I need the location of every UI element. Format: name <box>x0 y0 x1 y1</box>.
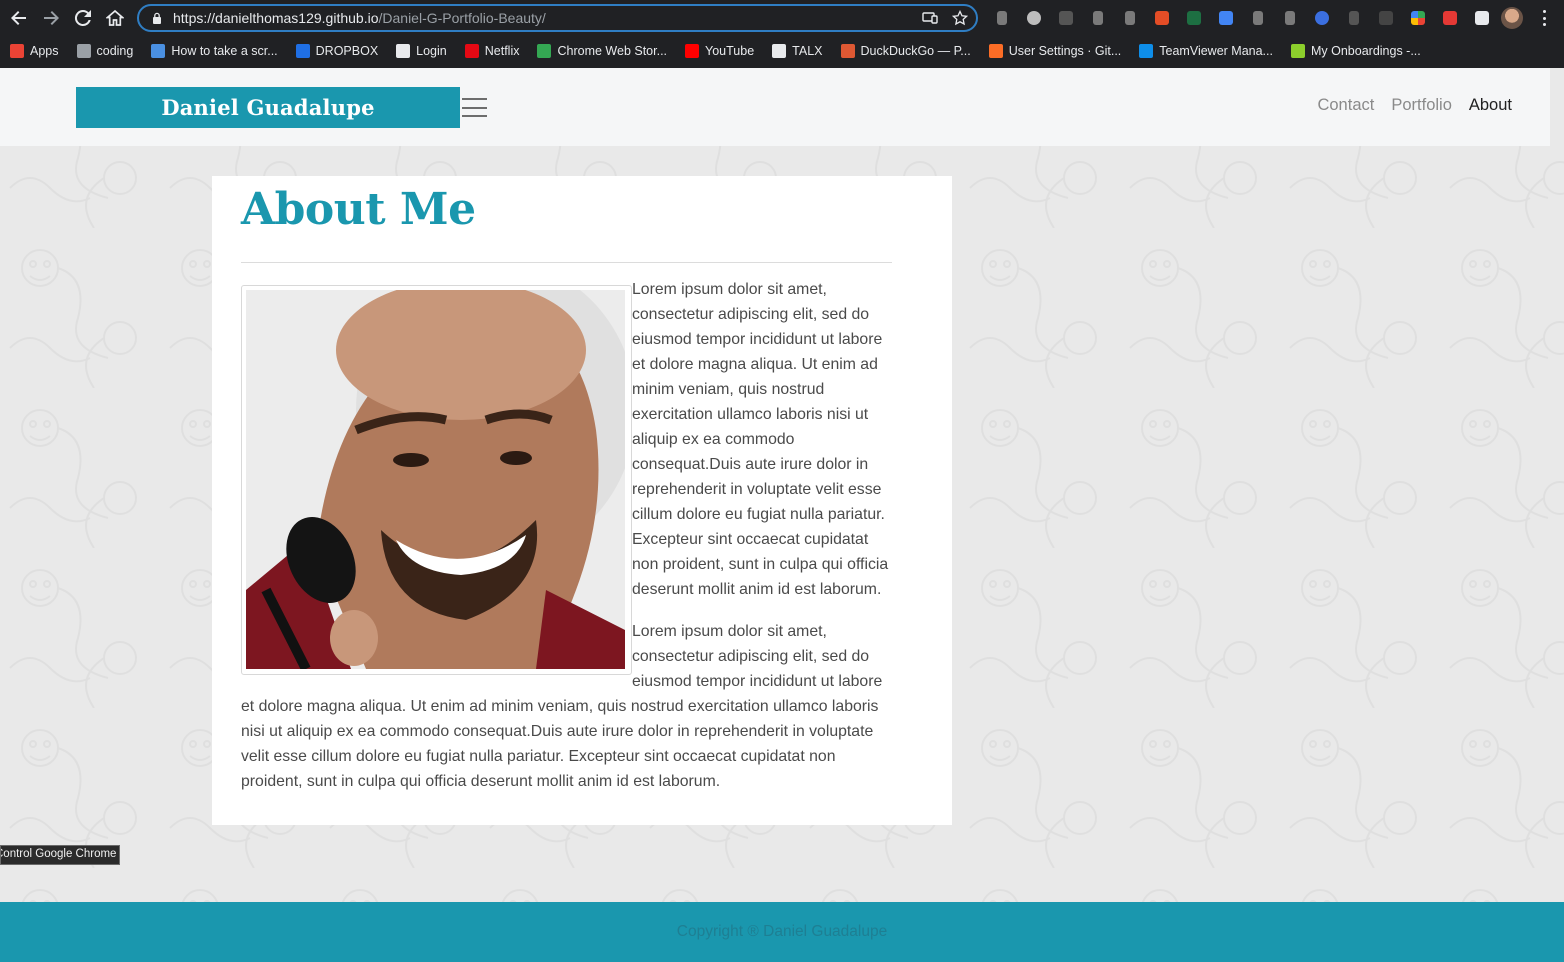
web-page: Daniel Guadalupe Contact Portfolio About A… <box>0 68 1564 962</box>
browser-chrome: https://danielthomas129.github.io/Daniel… <box>0 0 1564 68</box>
bookmark-label: Chrome Web Stor... <box>557 44 668 58</box>
about-text: Lorem ipsum dolor sit amet, consectetur … <box>241 277 892 811</box>
bookmarks-bar: Apps coding How to take a scr... DROPBOX Log… <box>0 38 1564 64</box>
bookmark-favicon-icon <box>537 44 552 58</box>
omnibox-actions <box>922 9 969 31</box>
profile-avatar[interactable] <box>1501 7 1523 29</box>
bookmark-favicon-icon <box>295 44 310 58</box>
about-card: About Me Lorem ipsum dolor sit amet, con… <box>212 176 952 825</box>
extension-pinwheel-icon[interactable] <box>1406 7 1430 29</box>
bookmark-label: Login <box>416 44 447 58</box>
bookmark-item[interactable]: Netflix <box>464 44 520 58</box>
bookmark-label: My Onboardings -... <box>1310 44 1421 58</box>
bookmark-favicon-icon <box>772 44 787 58</box>
extension-blue-icon[interactable] <box>1310 7 1334 29</box>
extension-download-icon[interactable] <box>1342 7 1366 29</box>
extensions-bar <box>990 7 1494 29</box>
extension-red-arrow-icon[interactable] <box>1438 7 1462 29</box>
bookmark-label: Netflix <box>484 44 520 58</box>
hamburger-menu-icon[interactable] <box>462 98 487 117</box>
back-icon[interactable] <box>3 2 35 34</box>
site-footer: Copyright ® Daniel Guadalupe <box>0 902 1564 962</box>
bookmark-favicon-icon <box>10 44 24 58</box>
bookmark-item[interactable]: How to take a scr... <box>151 44 278 58</box>
bookmark-item[interactable]: coding <box>76 44 134 58</box>
extension-download-icon[interactable] <box>1118 7 1142 29</box>
bookmark-item[interactable]: DuckDuckGo — P... <box>840 44 971 58</box>
extension-download-icon[interactable] <box>1278 7 1302 29</box>
brand-name: Daniel Guadalupe <box>161 95 375 120</box>
bookmark-item[interactable]: Login <box>396 44 447 58</box>
bookmark-item[interactable]: My Onboardings -... <box>1290 44 1421 58</box>
bookmark-item[interactable]: TALX <box>772 44 823 58</box>
nav-link-contact[interactable]: Contact <box>1317 96 1374 115</box>
bookmark-item[interactable]: YouTube <box>685 44 754 58</box>
bookmark-favicon-icon <box>840 44 855 58</box>
chrome-menu-icon[interactable] <box>1536 8 1552 28</box>
extension-download-icon[interactable] <box>1246 7 1270 29</box>
bookmark-label: DROPBOX <box>315 44 379 58</box>
bookmark-favicon-icon <box>1290 44 1305 58</box>
site-header: Daniel Guadalupe Contact Portfolio About <box>0 68 1550 146</box>
extension-globe-icon[interactable] <box>1022 7 1046 29</box>
bookmark-label: coding <box>96 44 134 58</box>
extension-excel-icon[interactable] <box>1182 7 1206 29</box>
nav-link-portfolio[interactable]: Portfolio <box>1391 96 1452 115</box>
site-nav: Contact Portfolio About <box>1317 96 1512 115</box>
page-title: About Me <box>241 184 476 235</box>
reload-icon[interactable] <box>67 2 99 34</box>
bookmark-favicon-icon <box>151 44 166 58</box>
extension-cloud-icon[interactable] <box>1054 7 1078 29</box>
bookmark-label: DuckDuckGo — P... <box>860 44 971 58</box>
bookmark-favicon-icon <box>76 44 91 58</box>
copyright-text: Copyright ® Daniel Guadalupe <box>676 923 888 940</box>
extension-html-icon[interactable] <box>1150 7 1174 29</box>
extension-gray-icon[interactable] <box>1374 7 1398 29</box>
bookmark-label: Apps <box>30 44 59 58</box>
extension-download-icon[interactable] <box>1086 7 1110 29</box>
title-divider <box>241 262 892 263</box>
extensions-puzzle-icon[interactable] <box>1470 7 1494 29</box>
url-host: danielthomas129.github.io <box>215 10 379 26</box>
bookmark-favicon-icon <box>988 44 1003 58</box>
home-icon[interactable] <box>99 2 131 34</box>
bookmark-item[interactable]: TeamViewer Mana... <box>1139 44 1273 58</box>
lock-icon <box>151 12 163 24</box>
bookmark-favicon-icon <box>1139 44 1154 58</box>
extension-docs-icon[interactable] <box>1214 7 1238 29</box>
url-text: https://danielthomas129.github.io/Daniel… <box>173 10 546 26</box>
bookmark-item[interactable]: Chrome Web Stor... <box>537 44 667 58</box>
url-scheme: https:// <box>173 10 216 26</box>
extension-download-icon[interactable] <box>990 7 1014 29</box>
nav-link-about[interactable]: About <box>1469 96 1512 115</box>
bookmark-label: TALX <box>792 44 823 58</box>
brand-logo-button[interactable]: Daniel Guadalupe <box>76 87 460 128</box>
bookmark-item[interactable]: User Settings · Git... <box>988 44 1122 58</box>
bookmark-label: YouTube <box>705 44 755 58</box>
bookmark-item[interactable]: Apps <box>10 44 59 58</box>
bookmark-favicon-icon <box>464 44 479 58</box>
automation-tooltip: Control Google Chrome <box>0 845 120 865</box>
cast-icon[interactable] <box>922 10 938 31</box>
bookmark-favicon-icon <box>396 44 411 58</box>
bookmark-star-icon[interactable] <box>951 9 969 31</box>
forward-icon[interactable] <box>35 2 67 34</box>
bookmark-label: TeamViewer Mana... <box>1159 44 1273 58</box>
bookmark-item[interactable]: DROPBOX <box>295 44 379 58</box>
url-path: /Daniel-G-Portfolio-Beauty/ <box>378 10 546 26</box>
bookmark-label: How to take a scr... <box>171 44 278 58</box>
address-bar[interactable]: https://danielthomas129.github.io/Daniel… <box>137 4 978 32</box>
bookmark-favicon-icon <box>685 44 700 58</box>
bookmark-label: User Settings · Git... <box>1008 44 1122 58</box>
